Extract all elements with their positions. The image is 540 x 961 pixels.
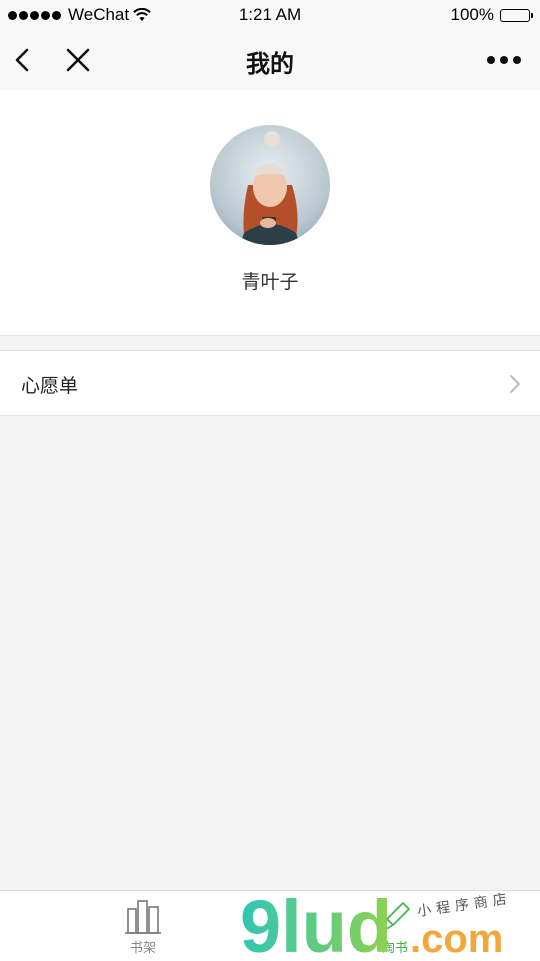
username: 青叶子 — [241, 272, 299, 293]
watermark-logo: 9lud .com 小程序商店 — [240, 888, 513, 960]
profile-section: 青叶子 — [0, 90, 540, 336]
chevron-right-icon — [510, 375, 520, 393]
watermark-slogan: 小程序商店 — [416, 891, 512, 920]
navigation-bar: 我的 — [0, 30, 540, 90]
watermark-brand: 9lud — [240, 888, 392, 960]
battery-icon — [500, 8, 533, 22]
page-title: 我的 — [246, 51, 294, 78]
more-dots-icon[interactable] — [486, 50, 522, 70]
battery-percent: 100% — [450, 5, 494, 24]
tab-bookshelf-label: 书架 — [129, 940, 156, 955]
tab-bookshelf[interactable]: 书架 — [83, 897, 203, 956]
avatar-photo — [210, 125, 330, 245]
bookshelf-icon — [125, 900, 161, 934]
wishlist-label: 心愿单 — [21, 376, 79, 397]
watermark-domain: .com — [410, 917, 503, 960]
wishlist-row[interactable]: 心愿单 — [0, 350, 540, 416]
status-bar: WeChat 1:21 AM 100% — [0, 0, 540, 30]
avatar[interactable] — [210, 125, 330, 245]
